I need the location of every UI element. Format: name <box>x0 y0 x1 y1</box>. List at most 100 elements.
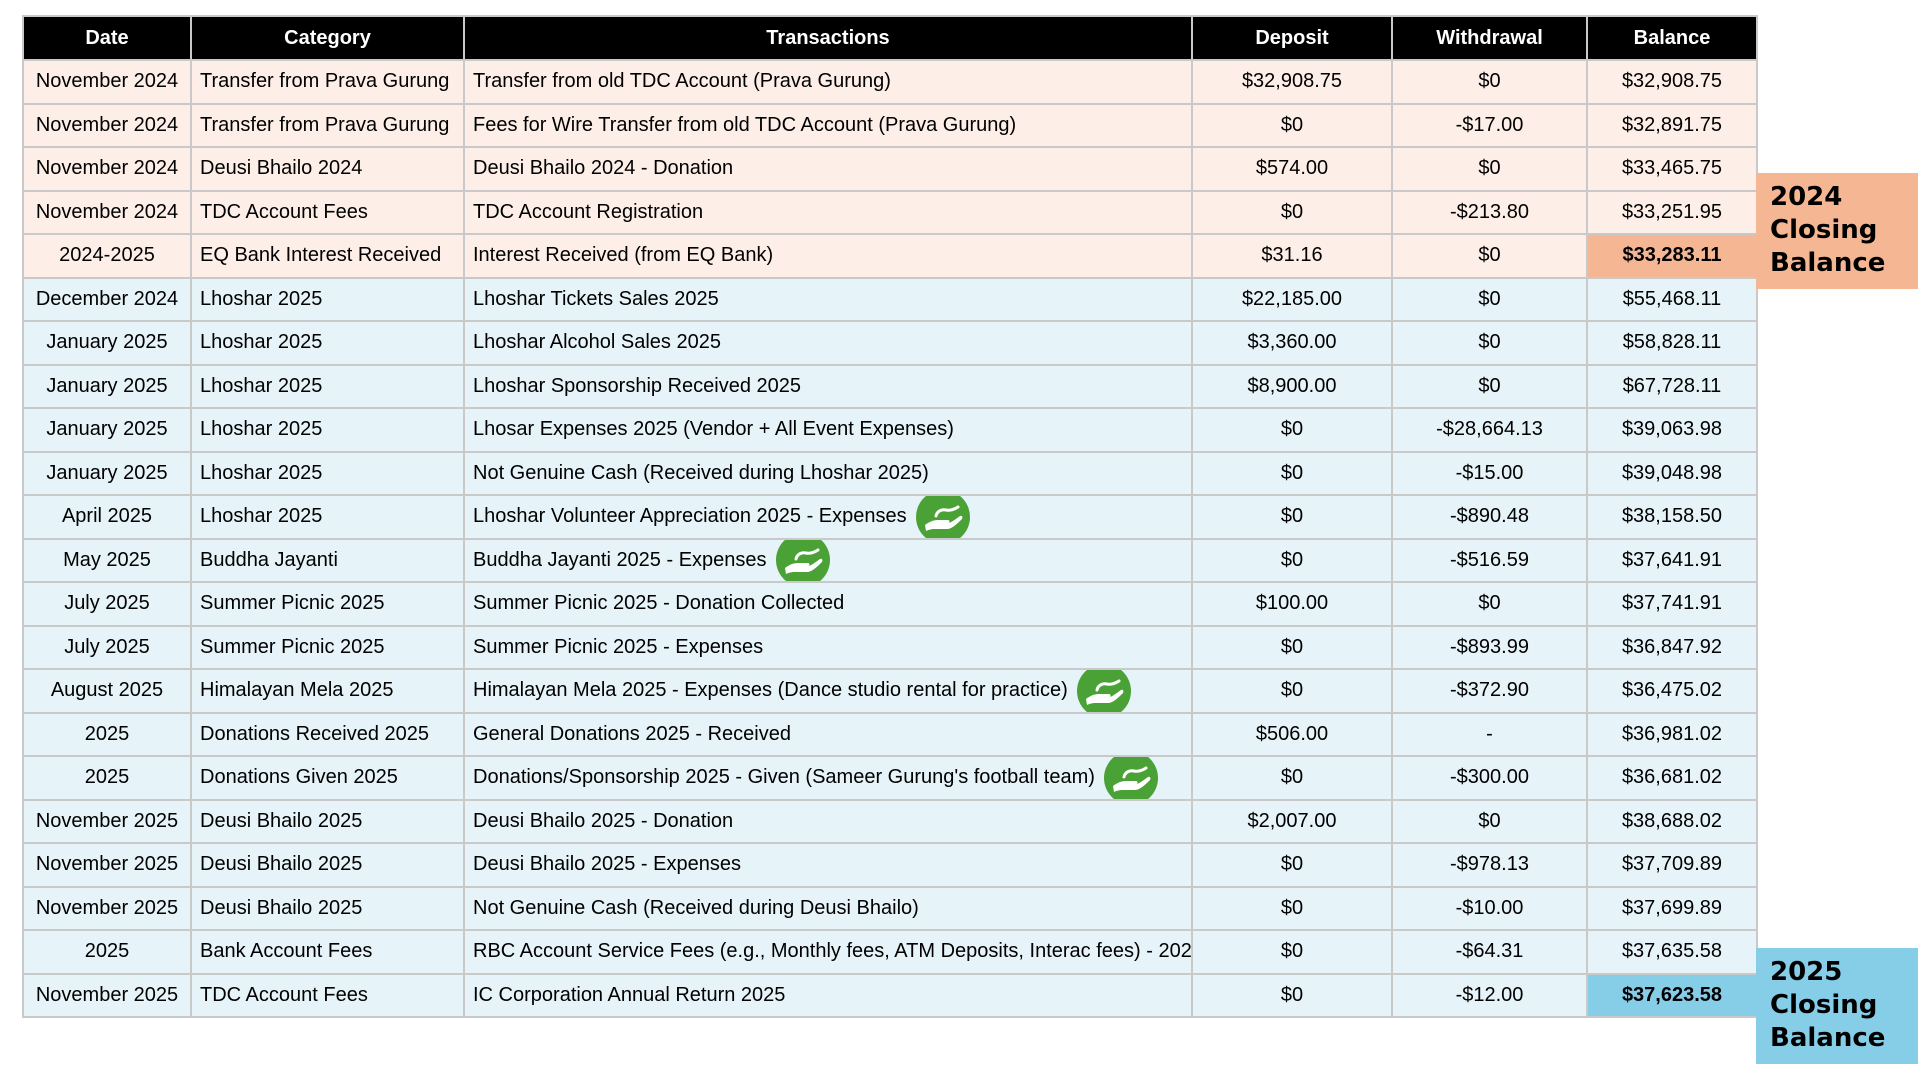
cell-balance: $37,623.58 <box>1586 972 1758 1018</box>
cell-withdrawal: -$12.00 <box>1391 972 1588 1018</box>
cell-withdrawal: -$28,664.13 <box>1391 407 1588 453</box>
cell-category: TDC Account Fees <box>190 972 465 1018</box>
cell-transaction: RBC Account Service Fees (e.g., Monthly … <box>463 929 1193 975</box>
cell-category: Lhoshar 2025 <box>190 450 465 496</box>
cell-category: Deusi Bhailo 2025 <box>190 885 465 931</box>
transaction-text: Lhoshar Sponsorship Received 2025 <box>473 374 801 397</box>
table-row: 2025 Donations Received 2025 General Donat… <box>22 711 1758 757</box>
cell-deposit: $0 <box>1191 494 1393 540</box>
cell-balance: $33,251.95 <box>1586 189 1758 235</box>
cell-date: January 2025 <box>22 363 192 409</box>
cell-category: Buddha Jayanti <box>190 537 465 583</box>
closing-label-line: Balance <box>1770 248 1886 278</box>
cell-date: 2025 <box>22 711 192 757</box>
cell-category: TDC Account Fees <box>190 189 465 235</box>
table-row: July 2025 Summer Picnic 2025 Summer Picnic… <box>22 624 1758 670</box>
cell-date: November 2025 <box>22 842 192 888</box>
cell-category: Lhoshar 2025 <box>190 363 465 409</box>
transaction-text: Lhoshar Alcohol Sales 2025 <box>473 331 721 354</box>
cell-transaction: Lhoshar Alcohol Sales 2025 <box>463 320 1193 366</box>
cell-deposit: $0 <box>1191 624 1393 670</box>
cell-transaction: Deusi Bhailo 2025 - Donation <box>463 798 1193 844</box>
table-row: January 2025 Lhoshar 2025 Lhoshar Sponsors… <box>22 363 1758 409</box>
transaction-content: Not Genuine Cash (Received during Deusi … <box>473 888 919 928</box>
closing-label-line: Closing <box>1770 215 1878 245</box>
cell-deposit: $0 <box>1191 189 1393 235</box>
column-header-category: Category <box>190 15 465 61</box>
cell-date: 2025 <box>22 755 192 801</box>
cell-withdrawal: -$372.90 <box>1391 668 1588 714</box>
transaction-text: Not Genuine Cash (Received during Lhosha… <box>473 461 929 484</box>
cell-withdrawal: -$15.00 <box>1391 450 1588 496</box>
transaction-text: Himalayan Mela 2025 - Expenses (Dance st… <box>473 679 1068 702</box>
cell-deposit: $0 <box>1191 755 1393 801</box>
cell-transaction: Lhoshar Sponsorship Received 2025 <box>463 363 1193 409</box>
cell-date: May 2025 <box>22 537 192 583</box>
transaction-content: Deusi Bhailo 2025 - Expenses <box>473 845 741 885</box>
cell-deposit: $574.00 <box>1191 146 1393 192</box>
cell-deposit: $2,007.00 <box>1191 798 1393 844</box>
cell-category: Bank Account Fees <box>190 929 465 975</box>
column-header-withdrawal: Withdrawal <box>1391 15 1588 61</box>
table-row: November 2024 TDC Account Fees TDC Account… <box>22 189 1758 235</box>
transaction-text: RBC Account Service Fees (e.g., Monthly … <box>473 940 1192 963</box>
transaction-content: Deusi Bhailo 2024 - Donation <box>473 149 733 189</box>
cell-date: November 2025 <box>22 972 192 1018</box>
transaction-content: Lhoshar Volunteer Appreciation 2025 - Ex… <box>473 496 971 537</box>
cell-withdrawal: -$893.99 <box>1391 624 1588 670</box>
column-header-date: Date <box>22 15 192 61</box>
ledger-body: November 2024 Transfer from Prava Gurung T… <box>22 59 1758 1018</box>
transaction-content: Lhoshar Tickets Sales 2025 <box>473 279 719 319</box>
table-row: April 2025 Lhoshar 2025 Lhoshar Volunteer … <box>22 494 1758 540</box>
cell-withdrawal: $0 <box>1391 59 1588 105</box>
cell-category: Deusi Bhailo 2024 <box>190 146 465 192</box>
cell-deposit: $0 <box>1191 102 1393 148</box>
giving-hand-icon <box>775 540 831 581</box>
closing-label-line: Closing <box>1770 990 1878 1020</box>
transaction-content: TDC Account Registration <box>473 192 703 232</box>
closing-label-line: Balance <box>1770 1023 1886 1053</box>
column-header-balance: Balance <box>1586 15 1758 61</box>
cell-balance: $67,728.11 <box>1586 363 1758 409</box>
cell-category: Deusi Bhailo 2025 <box>190 798 465 844</box>
cell-withdrawal: -$213.80 <box>1391 189 1588 235</box>
cell-withdrawal: - <box>1391 711 1588 757</box>
cell-date: January 2025 <box>22 320 192 366</box>
table-row: November 2025 TDC Account Fees IC Corporat… <box>22 972 1758 1018</box>
cell-date: August 2025 <box>22 668 192 714</box>
table-row: 2025 Bank Account Fees RBC Account Service… <box>22 929 1758 975</box>
cell-balance: $38,158.50 <box>1586 494 1758 540</box>
cell-transaction: Lhosar Expenses 2025 (Vendor + All Event… <box>463 407 1193 453</box>
cell-balance: $36,475.02 <box>1586 668 1758 714</box>
giving-hand-icon <box>1076 670 1132 711</box>
table-row: November 2024 Transfer from Prava Gurung T… <box>22 59 1758 105</box>
cell-deposit: $0 <box>1191 929 1393 975</box>
cell-date: January 2025 <box>22 450 192 496</box>
cell-category: Donations Received 2025 <box>190 711 465 757</box>
cell-deposit: $0 <box>1191 537 1393 583</box>
transaction-text: Not Genuine Cash (Received during Deusi … <box>473 896 919 919</box>
transaction-content: Deusi Bhailo 2025 - Donation <box>473 801 733 841</box>
transaction-content: Interest Received (from EQ Bank) <box>473 236 773 276</box>
table-row: November 2024 Transfer from Prava Gurung F… <box>22 102 1758 148</box>
column-header-transactions: Transactions <box>463 15 1193 61</box>
transaction-content: Summer Picnic 2025 - Donation Collected <box>473 584 844 624</box>
cell-deposit: $32,908.75 <box>1191 59 1393 105</box>
table-row: July 2025 Summer Picnic 2025 Summer Picnic… <box>22 581 1758 627</box>
header-row: Date Category Transactions Deposit Withd… <box>22 15 1758 61</box>
closing-balance-2025-label: 2025 Closing Balance <box>1756 948 1918 1064</box>
cell-balance: $36,681.02 <box>1586 755 1758 801</box>
cell-category: Donations Given 2025 <box>190 755 465 801</box>
table-row: December 2024 Lhoshar 2025 Lhoshar Tickets… <box>22 276 1758 322</box>
cell-category: Himalayan Mela 2025 <box>190 668 465 714</box>
cell-deposit: $31.16 <box>1191 233 1393 279</box>
table-row: May 2025 Buddha Jayanti Buddha Jayanti 202… <box>22 537 1758 583</box>
cell-withdrawal: -$978.13 <box>1391 842 1588 888</box>
cell-date: December 2024 <box>22 276 192 322</box>
cell-withdrawal: -$10.00 <box>1391 885 1588 931</box>
cell-withdrawal: -$890.48 <box>1391 494 1588 540</box>
cell-transaction: Deusi Bhailo 2024 - Donation <box>463 146 1193 192</box>
cell-transaction: Summer Picnic 2025 - Expenses <box>463 624 1193 670</box>
cell-balance: $37,699.89 <box>1586 885 1758 931</box>
cell-balance: $55,468.11 <box>1586 276 1758 322</box>
